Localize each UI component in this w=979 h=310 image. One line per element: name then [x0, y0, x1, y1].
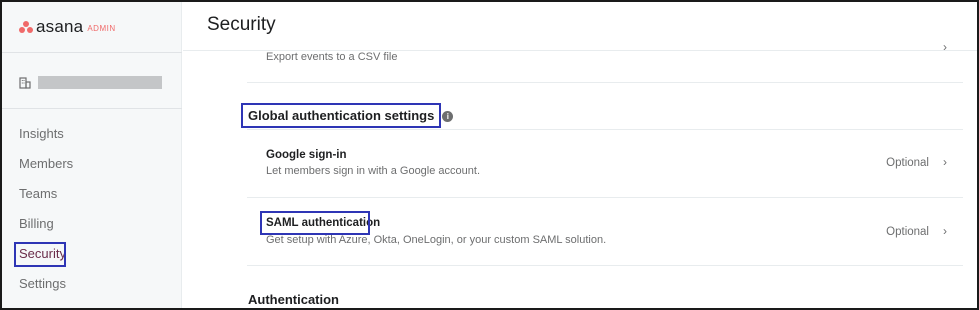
row-divider [247, 129, 963, 130]
row-divider [247, 82, 963, 83]
sidebar-item-members[interactable]: Members [19, 154, 73, 174]
organization-switcher[interactable] [19, 76, 162, 89]
global-auth-highlight-box [241, 103, 441, 128]
sidebar-item-teams[interactable]: Teams [19, 184, 57, 204]
row-divider [247, 197, 963, 198]
asana-logo[interactable]: asana ADMIN [19, 17, 116, 37]
organization-name-redacted [38, 76, 162, 89]
sidebar-divider [2, 52, 182, 53]
saml-authentication-description: Get setup with Azure, Okta, OneLogin, or… [266, 234, 607, 246]
logo-text: asana [36, 17, 84, 36]
sidebar-item-billing[interactable]: Billing [19, 214, 54, 234]
security-highlight-box [14, 242, 66, 267]
sidebar-item-insights[interactable]: Insights [19, 124, 64, 144]
app-window: asana ADMIN Insights Members Teams Billi… [0, 0, 979, 310]
row-divider [247, 265, 963, 266]
admin-badge: ADMIN [87, 24, 116, 33]
building-icon [19, 76, 31, 89]
saml-highlight-box [260, 211, 370, 235]
chevron-right-icon[interactable]: › [943, 224, 947, 238]
main-content: Security Export events to a CSV file › G… [183, 2, 977, 308]
chevron-right-icon[interactable]: › [943, 155, 947, 169]
google-signin-title: Google sign-in [266, 149, 347, 161]
sidebar-divider [2, 108, 182, 109]
saml-authentication-status: Optional [886, 226, 929, 238]
chevron-right-icon[interactable]: › [943, 40, 947, 54]
authentication-section-title: Authentication [248, 292, 339, 307]
google-signin-description: Let members sign in with a Google accoun… [266, 165, 481, 177]
asana-logo-icon [19, 21, 33, 33]
export-events-description: Export events to a CSV file [266, 51, 398, 63]
sidebar: asana ADMIN Insights Members Teams Billi… [2, 2, 182, 308]
info-icon[interactable]: i [442, 111, 454, 122]
sidebar-item-settings[interactable]: Settings [19, 274, 66, 294]
google-signin-status: Optional [886, 157, 929, 169]
page-title: Security [207, 14, 276, 35]
